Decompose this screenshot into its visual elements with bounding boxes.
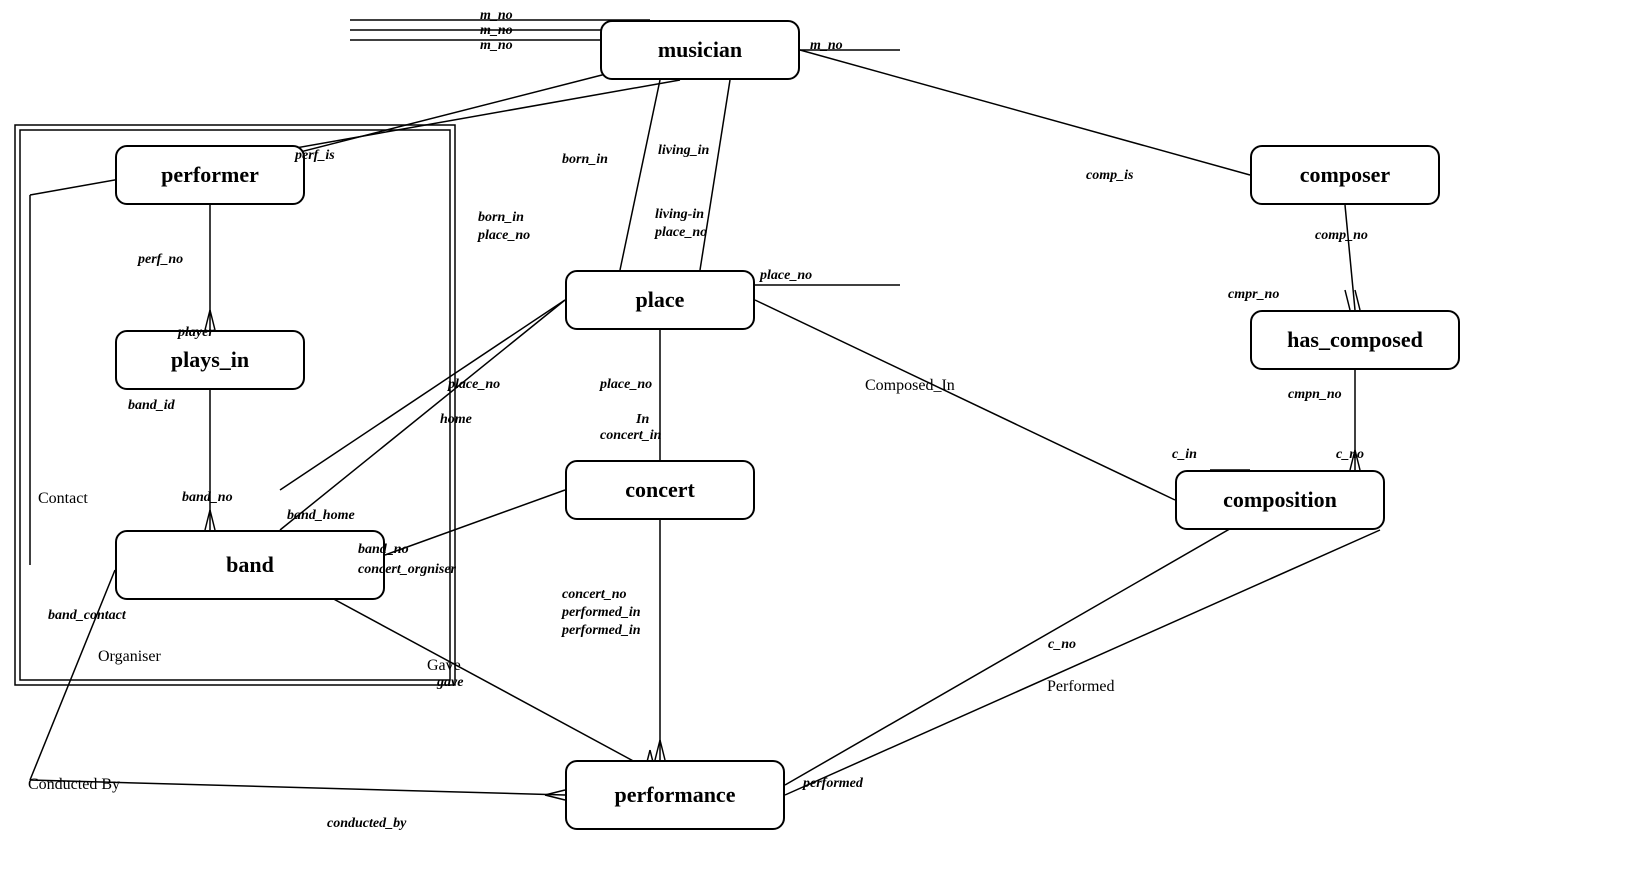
label-born-in-top: born_in [562, 152, 608, 168]
label-contact: Contact [38, 490, 88, 508]
label-c-in: c_in [1172, 447, 1197, 463]
label-player: player [178, 325, 214, 341]
label-band-id: band_id [128, 398, 175, 414]
entity-concert: concert [565, 460, 755, 520]
label-band-no-top: band_no [182, 490, 233, 506]
entity-composer: composer [1250, 145, 1440, 205]
entity-place-label: place [636, 287, 685, 313]
label-organiser: Organiser [98, 648, 161, 666]
label-place-no-born: place_no [478, 228, 530, 244]
label-place-no-concert: place_no [600, 377, 652, 393]
label-cmpn-no: cmpn_no [1288, 387, 1342, 403]
entity-has-composed-label: has_composed [1287, 327, 1423, 353]
er-diagram: musician performer place composer plays_… [0, 0, 1631, 871]
label-concert-orgniser: concert_orgniser [358, 562, 456, 578]
label-c-no-right: c_no [1336, 447, 1364, 463]
entity-performer: performer [115, 145, 305, 205]
label-living-in-top: living_in [658, 143, 709, 159]
label-c-no-bottom: c_no [1048, 637, 1076, 653]
label-conducted-by-attr: conducted_by [327, 816, 406, 832]
label-m-no-2: m_no [480, 23, 513, 39]
entity-composition: composition [1175, 470, 1385, 530]
label-m-no-1: m_no [480, 8, 513, 24]
entity-composition-label: composition [1223, 487, 1337, 513]
label-in: In [636, 412, 649, 428]
label-composed-in: Composed_In [865, 377, 955, 395]
label-born-in-mid: born_in [478, 210, 524, 226]
entity-has-composed: has_composed [1250, 310, 1460, 370]
label-performed-rel: Performed [1047, 678, 1115, 696]
entity-place: place [565, 270, 755, 330]
label-concert-no: concert_no [562, 587, 627, 603]
entity-band-label: band [226, 552, 274, 578]
label-perf-is: perf_is [295, 148, 335, 164]
label-m-no-right: m_no [810, 38, 843, 54]
label-home: home [440, 412, 472, 428]
entity-band: band [115, 530, 385, 600]
entity-performance-label: performance [615, 782, 736, 808]
entity-musician-label: musician [658, 37, 742, 63]
entity-musician: musician [600, 20, 800, 80]
entity-concert-label: concert [625, 477, 695, 503]
diagram-lines [0, 0, 1631, 871]
entity-plays-in-label: plays_in [171, 347, 249, 373]
label-performed-in-1: performed_in [562, 605, 641, 621]
label-comp-is: comp_is [1086, 168, 1133, 184]
label-perf-no: perf_no [138, 252, 183, 268]
label-gave: Gave [427, 657, 461, 675]
label-band-home: band_home [287, 508, 355, 524]
label-place-no-living: place_no [655, 225, 707, 241]
entity-performer-label: performer [161, 162, 259, 188]
label-living-in-mid: living-in [655, 207, 704, 223]
label-place-no-left: place_no [448, 377, 500, 393]
label-performed-in-2: performed_in [562, 623, 641, 639]
label-performed: performed [803, 776, 863, 792]
label-comp-no: comp_no [1315, 228, 1368, 244]
label-concert-in: concert_in [600, 428, 661, 444]
label-gave-attr: gave [437, 675, 463, 691]
entity-composer-label: composer [1300, 162, 1390, 188]
entity-performance: performance [565, 760, 785, 830]
label-band-no-orgnr: band_no [358, 542, 409, 558]
label-place-no-right: place_no [760, 268, 812, 284]
label-m-no-3: m_no [480, 38, 513, 54]
label-band-contact: band_contact [48, 608, 126, 624]
label-cmpr-no: cmpr_no [1228, 287, 1279, 303]
label-conducted-by: Conducted By [28, 776, 120, 794]
